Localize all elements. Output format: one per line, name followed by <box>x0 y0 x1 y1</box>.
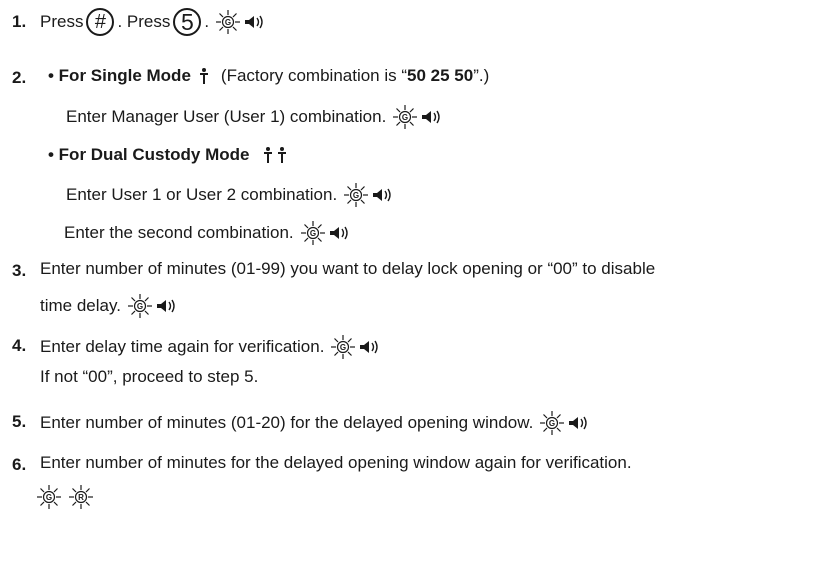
svg-text:G: G <box>310 229 316 238</box>
speaker-beep-icon <box>568 416 587 430</box>
speaker-beep-icon <box>421 110 440 124</box>
step-3-line-2: time delay. G <box>40 293 177 319</box>
svg-text:G: G <box>225 18 231 27</box>
dual-mode-instruction-1: Enter User 1 or User 2 combination. G <box>66 182 393 208</box>
speaker-beep-icon <box>359 340 379 354</box>
step-5-line: Enter number of minutes (01-20) for the … <box>40 410 589 436</box>
step-number: 5. <box>12 412 27 431</box>
step-number: 6. <box>12 455 27 474</box>
svg-text:G: G <box>46 493 52 502</box>
step-text: time delay. <box>40 296 121 315</box>
speaker-beep-icon <box>328 226 348 240</box>
svg-text:G: G <box>402 113 408 122</box>
step-number: 4. <box>12 336 27 355</box>
single-mode-line: • For Single Mode (Factory combination i… <box>48 66 489 86</box>
step-text: Press <box>40 12 84 31</box>
speaker-beep-icon <box>156 299 175 313</box>
green-led-icon: G <box>300 220 326 246</box>
green-led-icon: G <box>343 182 369 208</box>
single-mode-instruction: Enter Manager User (User 1) combination.… <box>66 104 442 130</box>
five-key-icon: 5 <box>173 8 202 36</box>
step-text: Enter number of minutes (01-99) you want… <box>40 259 656 278</box>
speaker-beep-icon <box>244 15 263 29</box>
factory-note: ”.) <box>473 66 490 85</box>
svg-text:G: G <box>353 191 359 200</box>
green-led-icon: G <box>215 9 241 35</box>
hash-key-icon: # <box>86 8 115 36</box>
step-text: Enter the second combination. <box>64 223 294 242</box>
step-text: Enter User 1 or User 2 combination. <box>66 185 338 204</box>
step-text: Enter Manager User (User 1) combination. <box>66 107 387 126</box>
green-led-icon: G <box>127 293 153 319</box>
speaker-beep-icon <box>372 188 391 202</box>
step-text: If not “00”, proceed to step 5. <box>40 367 259 386</box>
step-4-line-2: If not “00”, proceed to step 5. <box>40 367 258 387</box>
step-text: Enter delay time again for verification. <box>40 337 325 356</box>
svg-text:G: G <box>340 343 346 352</box>
green-led-icon: G <box>36 484 62 510</box>
dual-mode-heading: • For Dual Custody Mode <box>48 145 250 164</box>
step-number: 2. <box>12 68 27 87</box>
step-number: 3. <box>12 261 27 280</box>
person-icon <box>199 68 208 84</box>
step-4-line-1: Enter delay time again for verification.… <box>40 334 380 360</box>
step-1-line: Press # . Press 5 . G <box>40 8 265 36</box>
svg-text:R: R <box>78 493 84 502</box>
person-icon <box>264 147 273 163</box>
factory-combination: 50 25 50 <box>407 66 474 85</box>
step-3-line-1: Enter number of minutes (01-99) you want… <box>40 259 655 279</box>
green-led-icon: G <box>539 410 565 436</box>
step-text: Enter number of minutes (01-20) for the … <box>40 413 534 432</box>
step-text: . <box>204 12 210 31</box>
red-led-icon: R <box>68 484 94 510</box>
step-6-line: Enter number of minutes for the delayed … <box>40 453 632 473</box>
svg-text:G: G <box>549 419 555 428</box>
step-number: 1. <box>12 12 27 31</box>
green-led-icon: G <box>330 334 357 360</box>
person-icon <box>278 147 287 163</box>
dual-mode-instruction-2: Enter the second combination. G <box>64 220 350 246</box>
factory-note: (Factory combination is “ <box>220 66 408 85</box>
dual-mode-line: • For Dual Custody Mode <box>48 145 287 165</box>
step-text: . Press <box>117 12 171 31</box>
step-text: Enter number of minutes for the delayed … <box>40 453 632 472</box>
step-6-indicators: G R <box>36 484 94 510</box>
single-mode-heading: • For Single Mode <box>48 66 191 85</box>
green-led-icon: G <box>392 104 418 130</box>
svg-text:G: G <box>137 302 143 311</box>
